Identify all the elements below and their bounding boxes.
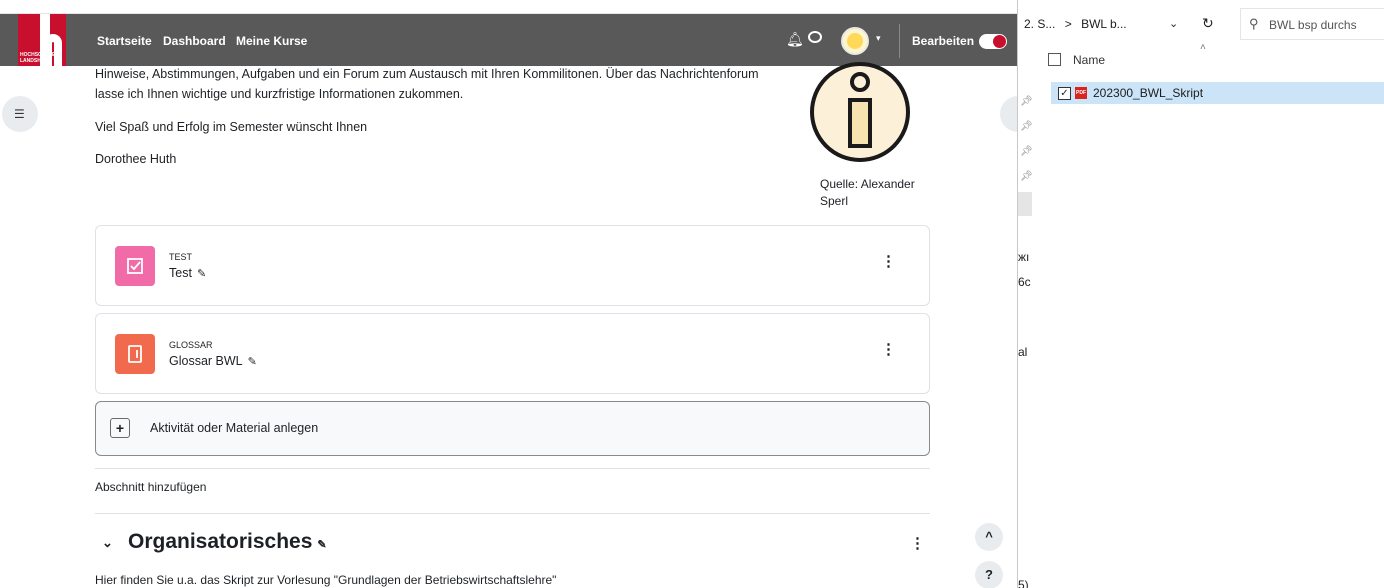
nav-pane-fragment: 5) — [1018, 578, 1029, 588]
add-activity-label: Aktivität oder Material anlegen — [150, 421, 319, 435]
chevron-down-icon[interactable]: ⌄ — [102, 535, 113, 551]
kebab-menu-icon[interactable]: ⋮ — [910, 534, 925, 552]
edit-mode-toggle[interactable] — [979, 34, 1007, 49]
quiz-icon — [115, 246, 155, 286]
nav-divider — [899, 24, 900, 58]
pencil-icon[interactable]: ✎ — [197, 268, 206, 280]
add-activity-button[interactable]: + Aktivität oder Material anlegen — [95, 401, 930, 456]
pin-icon: 📌︎ — [1020, 171, 1033, 182]
block-drawer-toggle[interactable] — [1000, 96, 1017, 132]
nav-pane-selection[interactable] — [1018, 192, 1032, 216]
column-header-name[interactable]: Name — [1073, 53, 1105, 67]
list-icon: ☰ — [14, 107, 25, 121]
info-illustration — [810, 62, 910, 162]
search-input[interactable]: ⚲ BWL bsp durchs — [1240, 8, 1384, 40]
chevron-down-icon[interactable]: ▾ — [876, 33, 881, 44]
nav-pane-fragment: жı — [1018, 250, 1030, 264]
help-button[interactable]: ? — [975, 561, 1003, 588]
edit-mode-label: Bearbeiten — [912, 34, 975, 48]
activity-type: TEST — [169, 252, 193, 262]
nav-link-dashboard[interactable]: Dashboard — [163, 34, 226, 48]
image-caption: Quelle: Alexander Sperl — [820, 177, 915, 208]
divider — [95, 468, 930, 469]
activity-name-row[interactable]: Glossar BWL ✎ — [169, 354, 257, 368]
file-name: 202300_BWL_Skript — [1093, 86, 1204, 100]
search-icon: ⚲ — [1249, 16, 1259, 31]
pencil-icon[interactable]: ✎ — [248, 356, 257, 368]
section-title: Organisatorisches ✎ — [128, 530, 327, 553]
kebab-menu-icon[interactable]: ⋮ — [881, 252, 896, 270]
course-index-toggle[interactable]: ☰ — [2, 96, 38, 132]
nav-pane-fragment: 6c — [1018, 275, 1031, 289]
kebab-menu-icon[interactable]: ⋮ — [881, 340, 896, 358]
university-logo[interactable]: HOCHSCHULE LANDSHUT — [18, 14, 66, 66]
greeting-text: Viel Spaß und Erfolg im Semester wünscht… — [95, 120, 368, 134]
breadcrumb[interactable]: 2. S... > BWL b... — [1024, 17, 1127, 31]
file-explorer-window: 2. S... > BWL b... ⌄ ↻ ⚲ BWL bsp durchs … — [1017, 0, 1384, 588]
logo-text: HOCHSCHULE LANDSHUT — [20, 52, 56, 64]
pencil-icon[interactable]: ✎ — [317, 539, 326, 551]
pin-icon: 📌︎ — [1020, 146, 1033, 157]
glossary-icon — [115, 334, 155, 374]
activity-test[interactable]: TEST Test ✎ ⋮ — [95, 225, 930, 306]
top-strip — [0, 0, 1017, 14]
intro-text-line1: Hinweise, Abstimmungen, Aufgaben und ein… — [95, 67, 759, 81]
scroll-top-button[interactable]: ^ — [975, 523, 1003, 551]
refresh-icon[interactable]: ↻ — [1202, 15, 1214, 32]
add-section-link[interactable]: Abschnitt hinzufügen — [95, 480, 206, 494]
avatar[interactable] — [841, 27, 869, 55]
chevron-down-icon[interactable]: ⌄ — [1169, 17, 1178, 30]
chat-icon[interactable] — [808, 31, 822, 43]
author-name: Dorothee Huth — [95, 152, 177, 166]
activity-name-row[interactable]: Test ✎ — [169, 266, 206, 280]
activity-glossar[interactable]: GLOSSAR Glossar BWL ✎ ⋮ — [95, 313, 930, 394]
plus-icon: + — [110, 418, 130, 438]
nav-pane-fragment: al — [1018, 345, 1028, 359]
intro-text-line2: lasse ich Ihnen wichtige und kurzfristig… — [95, 87, 464, 101]
moodle-window: HOCHSCHULE LANDSHUT Startseite Dashboard… — [0, 0, 1017, 588]
section-description: Hier finden Sie u.a. das Skript zur Vorl… — [95, 573, 557, 587]
bell-icon[interactable]: 🔔︎ — [786, 31, 804, 48]
select-all-checkbox[interactable] — [1048, 53, 1061, 66]
activity-type: GLOSSAR — [169, 340, 213, 350]
pdf-icon: PDF — [1075, 87, 1087, 99]
file-row[interactable]: ✓ PDF 202300_BWL_Skript — [1051, 82, 1384, 104]
file-checkbox[interactable]: ✓ — [1058, 87, 1071, 100]
pin-icon: 📌︎ — [1020, 96, 1033, 107]
nav-link-meine-kurse[interactable]: Meine Kurse — [236, 34, 307, 48]
nav-link-startseite[interactable]: Startseite — [97, 34, 152, 48]
divider — [95, 513, 930, 514]
pin-icon: 📌︎ — [1020, 121, 1033, 132]
sort-arrow-icon: ˄ — [1200, 42, 1206, 53]
